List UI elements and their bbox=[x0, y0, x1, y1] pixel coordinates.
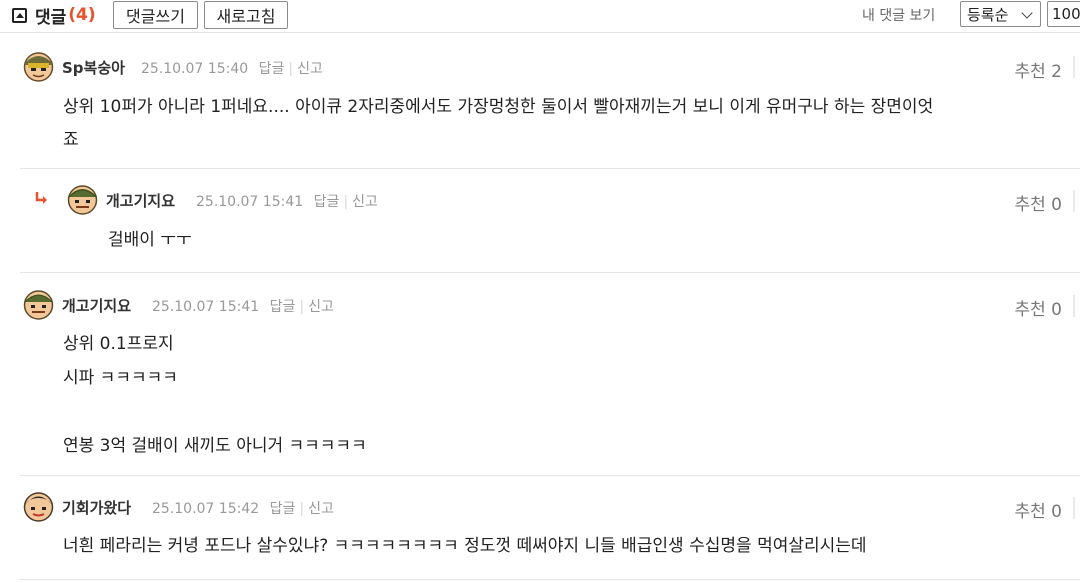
comment-divider bbox=[20, 168, 1080, 169]
reply-link[interactable]: 답글 bbox=[270, 501, 296, 517]
comment-count: (4) bbox=[68, 5, 96, 25]
comment-text-line: 걸배이 ㅜㅜ bbox=[108, 230, 192, 250]
comment-divider bbox=[20, 475, 1080, 476]
reply-link[interactable]: 답글 bbox=[314, 194, 340, 210]
comment-text-line: 너흰 페라리는 커녕 포드나 살수있냐? ㅋㅋㅋㅋㅋㅋㅋㅋ 정도껏 떼써야지 니… bbox=[63, 536, 867, 556]
comment-text-line: 시파 ㅋㅋㅋㅋㅋ bbox=[63, 368, 178, 388]
comment-meta: 25.10.07 15:40 답글 | 신고 bbox=[141, 61, 323, 77]
chevron-down-icon bbox=[1021, 7, 1033, 19]
collapse-icon[interactable] bbox=[12, 7, 27, 23]
comment-divider bbox=[20, 272, 1080, 273]
avatar bbox=[23, 52, 54, 82]
per-page-select[interactable]: 100 bbox=[1047, 1, 1080, 27]
comment-meta: 25.10.07 15:42 답글 | 신고 bbox=[152, 501, 334, 517]
avatar bbox=[67, 185, 98, 215]
reply-link[interactable]: 답글 bbox=[270, 299, 296, 315]
comment-date: 25.10.07 15:42 bbox=[152, 501, 260, 517]
report-link[interactable]: 신고 bbox=[297, 61, 323, 77]
scroll-marker bbox=[1073, 190, 1075, 212]
comment-nickname[interactable]: 개고기지요 bbox=[62, 295, 131, 316]
report-link[interactable]: 신고 bbox=[308, 299, 334, 315]
recommend-count[interactable]: 추천 2 bbox=[1015, 57, 1063, 82]
comment-toolbar: 댓글 (4) 댓글쓰기 새로고침 내 댓글 보기 등록순 100 bbox=[0, 0, 1080, 33]
recommend-count[interactable]: 추천 0 bbox=[1015, 295, 1063, 320]
comment-text-line: 상위 0.1프로지 bbox=[63, 334, 174, 354]
per-page-value: 100 bbox=[1052, 5, 1080, 23]
comment-section-toggle[interactable]: 댓글 (4) bbox=[12, 2, 96, 28]
comment-divider bbox=[20, 579, 1080, 580]
sort-selected-value: 등록순 bbox=[967, 5, 1009, 24]
recommend-count[interactable]: 추천 0 bbox=[1015, 190, 1063, 215]
scroll-marker bbox=[1073, 295, 1075, 317]
avatar bbox=[23, 492, 54, 522]
scroll-marker bbox=[1073, 497, 1075, 519]
comment-date: 25.10.07 15:40 bbox=[141, 61, 249, 77]
refresh-button[interactable]: 새로고침 bbox=[204, 1, 288, 29]
comment-nickname[interactable]: 개고기지요 bbox=[106, 190, 175, 211]
scroll-marker bbox=[1073, 56, 1075, 78]
comment-text-line: 상위 10퍼가 아니라 1퍼네요.... 아이큐 2자리중에서도 가장멍청한 둘… bbox=[63, 97, 934, 117]
report-link[interactable]: 신고 bbox=[308, 501, 334, 517]
comment-date: 25.10.07 15:41 bbox=[152, 299, 260, 315]
comment-nickname[interactable]: Sp복숭아 bbox=[62, 57, 125, 78]
comment-title: 댓글 bbox=[35, 7, 67, 28]
comment-text-line: 죠 bbox=[63, 130, 79, 150]
reply-arrow-icon bbox=[35, 192, 47, 204]
avatar bbox=[23, 290, 54, 320]
comment-meta: 25.10.07 15:41 답글 | 신고 bbox=[152, 299, 334, 315]
recommend-count[interactable]: 추천 0 bbox=[1015, 497, 1063, 522]
write-comment-button[interactable]: 댓글쓰기 bbox=[113, 1, 198, 29]
comment-nickname[interactable]: 기회가왔다 bbox=[62, 497, 131, 518]
reply-link[interactable]: 답글 bbox=[259, 61, 285, 77]
comment-meta: 25.10.07 15:41 답글 | 신고 bbox=[196, 194, 378, 210]
comment-text-line: 연봉 3억 걸배이 새끼도 아니거 ㅋㅋㅋㅋㅋ bbox=[63, 436, 367, 456]
comment-date: 25.10.07 15:41 bbox=[196, 194, 304, 210]
my-comments-link[interactable]: 내 댓글 보기 bbox=[862, 5, 935, 25]
sort-select[interactable]: 등록순 bbox=[960, 1, 1041, 27]
report-link[interactable]: 신고 bbox=[352, 194, 378, 210]
